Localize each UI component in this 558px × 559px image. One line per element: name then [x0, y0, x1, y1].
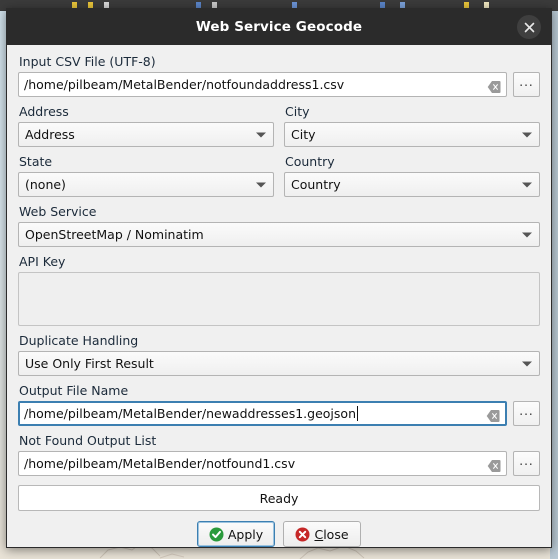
output-file-row: /home/pilbeam/MetalBender/newaddresses1.… [18, 401, 540, 426]
api-key-label: API Key [19, 254, 66, 269]
input-csv-label: Input CSV File (UTF-8) [19, 54, 156, 69]
output-file-label: Output File Name [19, 383, 129, 398]
chevron-down-icon [522, 132, 532, 137]
clear-icon[interactable] [487, 78, 501, 93]
state-value: (none) [25, 177, 66, 192]
state-dropdown[interactable]: (none) [18, 172, 274, 197]
input-csv-file-field[interactable]: /home/pilbeam/MetalBender/notfoundaddres… [18, 72, 507, 97]
close-button-label: Close [314, 527, 348, 542]
duplicate-handling-value: Use Only First Result [25, 356, 154, 371]
output-file-value: /home/pilbeam/MetalBender/newaddresses1.… [24, 406, 356, 421]
not-found-output-label: Not Found Output List [19, 433, 157, 448]
status-bar: Ready [18, 485, 540, 511]
web-service-label: Web Service [19, 204, 97, 219]
country-label: Country [285, 154, 335, 169]
check-circle-icon [209, 527, 224, 541]
chevron-down-icon [256, 182, 266, 187]
duplicate-handling-dropdown[interactable]: Use Only First Result [18, 351, 540, 376]
web-service-value: OpenStreetMap / Nominatim [25, 227, 204, 242]
close-icon[interactable] [517, 15, 541, 39]
address-dropdown[interactable]: Address [18, 122, 274, 147]
dialog-titlebar: Web Service Geocode [7, 9, 551, 45]
web-service-dropdown[interactable]: OpenStreetMap / Nominatim [18, 222, 540, 247]
country-value: Country [291, 177, 341, 192]
input-csv-row: /home/pilbeam/MetalBender/notfoundaddres… [18, 72, 540, 97]
country-dropdown[interactable]: Country [284, 172, 540, 197]
duplicate-handling-label: Duplicate Handling [19, 333, 139, 348]
apply-button-label: Apply [227, 526, 264, 542]
input-csv-value: /home/pilbeam/MetalBender/notfoundaddres… [24, 77, 345, 92]
dialog-content: Input CSV File (UTF-8) /home/pilbeam/Met… [7, 45, 551, 547]
not-found-output-row: /home/pilbeam/MetalBender/notfound1.csv … [18, 451, 540, 476]
output-file-browse-button[interactable]: ... [513, 401, 540, 426]
address-label: Address [19, 104, 69, 119]
address-city-row: Address Address City City [18, 104, 540, 147]
close-button[interactable]: Close [283, 521, 361, 547]
api-key-field[interactable] [18, 272, 540, 326]
state-label: State [19, 154, 53, 169]
chevron-down-icon [256, 132, 266, 137]
x-circle-icon [295, 527, 310, 541]
dialog-title: Web Service Geocode [195, 19, 363, 35]
clear-icon[interactable] [487, 457, 501, 472]
city-label: City [285, 104, 310, 119]
state-country-row: State (none) Country Country [18, 154, 540, 197]
close-button-mnemonic: C [314, 526, 324, 542]
close-button-label-rest: lose [323, 526, 349, 542]
city-dropdown[interactable]: City [284, 122, 540, 147]
input-csv-browse-button[interactable]: ... [513, 72, 540, 97]
chevron-down-icon [522, 182, 532, 187]
text-cursor [357, 406, 358, 421]
chevron-down-icon [522, 232, 532, 237]
apply-button[interactable]: Apply [197, 521, 275, 547]
city-value: City [291, 127, 316, 142]
clear-icon[interactable] [486, 407, 500, 422]
output-file-name-field[interactable]: /home/pilbeam/MetalBender/newaddresses1.… [18, 401, 507, 426]
dialog-button-bar: Apply Close [18, 511, 540, 547]
web-service-geocode-dialog: Web Service Geocode Input CSV File (UTF-… [6, 8, 552, 548]
chevron-down-icon [522, 361, 532, 366]
not-found-output-browse-button[interactable]: ... [513, 451, 540, 476]
not-found-output-value: /home/pilbeam/MetalBender/notfound1.csv [24, 456, 296, 471]
status-text: Ready [259, 490, 299, 506]
address-value: Address [25, 127, 75, 142]
not-found-output-field[interactable]: /home/pilbeam/MetalBender/notfound1.csv [18, 451, 507, 476]
